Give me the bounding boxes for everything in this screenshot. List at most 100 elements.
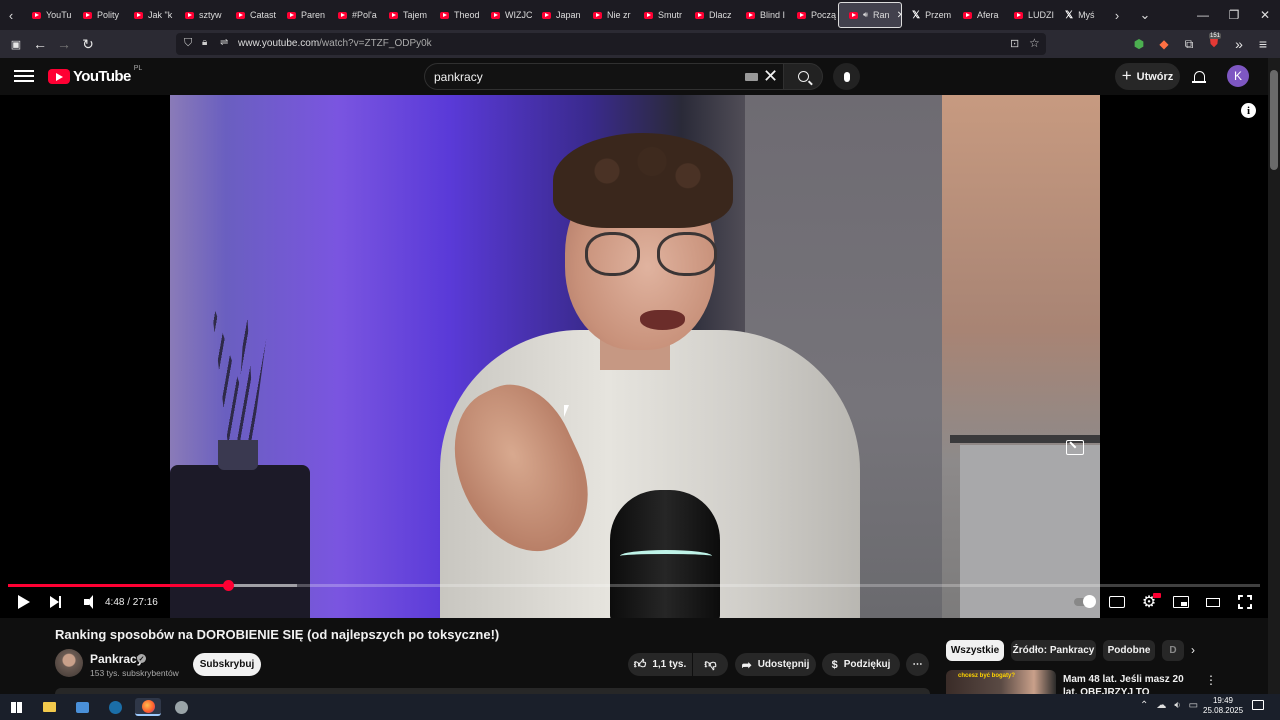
video-player[interactable]: i 4:48 / 27:16 ⚙ bbox=[0, 95, 1268, 618]
theater-mode-button[interactable] bbox=[1204, 593, 1222, 611]
tab-active[interactable]: 🔊︎Ran✕ bbox=[838, 2, 902, 28]
file-explorer-icon[interactable] bbox=[39, 698, 59, 716]
next-video-button[interactable] bbox=[47, 593, 63, 611]
youtube-icon bbox=[440, 11, 449, 19]
more-actions-button[interactable]: ⋯ bbox=[906, 653, 929, 676]
tab-item[interactable]: Tajem bbox=[379, 2, 430, 28]
tab-item[interactable]: Catast bbox=[226, 2, 277, 28]
extensions-puzzle-icon[interactable]: ⧉ bbox=[1178, 34, 1200, 54]
speaker-icon[interactable]: 🔊︎ bbox=[863, 10, 868, 20]
bookmark-star-icon[interactable]: ☆ bbox=[1029, 36, 1040, 50]
guide-menu-icon[interactable] bbox=[14, 67, 34, 85]
youtube-icon bbox=[32, 11, 41, 19]
tab-item[interactable]: Począ bbox=[787, 2, 838, 28]
video-frame[interactable] bbox=[170, 95, 1100, 618]
video-info-icon[interactable]: i bbox=[1241, 103, 1256, 118]
voice-search-button[interactable] bbox=[833, 63, 860, 90]
notifications-bell-icon[interactable] bbox=[1190, 67, 1208, 85]
back-icon[interactable]: ← bbox=[29, 34, 51, 54]
minimize-window-icon[interactable]: — bbox=[1187, 0, 1219, 30]
tab-item[interactable]: Afera bbox=[953, 2, 1004, 28]
reader-view-icon[interactable]: ⊡ bbox=[1010, 37, 1019, 50]
youtube-logo[interactable]: YouTube PL bbox=[48, 65, 142, 85]
create-button[interactable]: + Utwórz bbox=[1115, 63, 1180, 90]
permissions-icon[interactable]: ⇌ bbox=[220, 37, 228, 48]
tab-item[interactable]: WIZJC bbox=[481, 2, 532, 28]
windows-start-icon[interactable] bbox=[6, 698, 26, 716]
tab-list: YouTu Polity Jak "k sztyw Catast Paren #Pol'a T… bbox=[22, 0, 1106, 30]
scrollbar-thumb[interactable] bbox=[1270, 70, 1278, 170]
subtitles-button[interactable] bbox=[1108, 593, 1126, 611]
sidebar-toggle-icon[interactable]: ▣ bbox=[5, 34, 27, 54]
tab-item[interactable]: Theod bbox=[430, 2, 481, 28]
remote-desktop-icon[interactable] bbox=[72, 698, 92, 716]
chip-similar[interactable]: Podobne bbox=[1103, 640, 1155, 661]
tab-item[interactable]: LUDZI bbox=[1004, 2, 1055, 28]
tab-scroll-right-icon[interactable]: › bbox=[1106, 0, 1128, 30]
tab-item[interactable]: Nie zr bbox=[583, 2, 634, 28]
firefox-icon[interactable] bbox=[135, 698, 161, 716]
miniplayer-button[interactable] bbox=[1172, 593, 1190, 611]
app-menu-icon[interactable]: ≡ bbox=[1252, 34, 1274, 54]
thumbnail-text: chcesz być bogaty? bbox=[958, 673, 1016, 679]
tab-item[interactable]: Dlacz bbox=[685, 2, 736, 28]
search-button[interactable] bbox=[783, 63, 823, 90]
steam-icon[interactable] bbox=[105, 698, 125, 716]
chip-all[interactable]: Wszystkie bbox=[946, 640, 1004, 661]
play-button[interactable] bbox=[16, 593, 32, 611]
tab-label: Nie zr bbox=[607, 10, 631, 20]
taskbar-clock[interactable]: 19:49 25.08.2025 bbox=[1203, 696, 1243, 716]
expand-player-icon[interactable] bbox=[1066, 440, 1084, 455]
chip-truncated[interactable]: D bbox=[1162, 640, 1184, 661]
tracking-shield-icon[interactable]: ⛉ bbox=[184, 37, 192, 50]
tab-item[interactable]: 𝕏 Przem bbox=[902, 2, 953, 28]
tab-item[interactable]: Paren bbox=[277, 2, 328, 28]
mute-button[interactable] bbox=[78, 593, 94, 611]
thanks-button[interactable]: $ Podziękuj bbox=[822, 653, 900, 676]
tab-item[interactable]: Jak "k bbox=[124, 2, 175, 28]
tab-item[interactable]: sztyw bbox=[175, 2, 226, 28]
account-avatar[interactable]: K bbox=[1227, 65, 1249, 87]
channel-name[interactable]: Pankracy bbox=[90, 652, 143, 666]
progress-bar[interactable] bbox=[8, 580, 1260, 591]
url-text[interactable]: www.youtube.com/watch?v=ZTZF_ODPy0k bbox=[238, 38, 432, 49]
system-tray-icons[interactable]: ⌃☁🔉︎▭ bbox=[1140, 700, 1206, 711]
chip-source[interactable]: Źródło: Pankracy bbox=[1011, 640, 1096, 661]
tab-item[interactable]: Smutr bbox=[634, 2, 685, 28]
url-bar[interactable]: ⛉ 🔒︎ ⇌ www.youtube.com/watch?v=ZTZF_ODPy… bbox=[176, 33, 1046, 55]
forward-icon[interactable]: → bbox=[53, 34, 75, 54]
subscribe-button[interactable]: Subskrybuj bbox=[193, 653, 261, 676]
reload-icon[interactable]: ↻ bbox=[77, 34, 99, 54]
taskbar-app-icon[interactable] bbox=[171, 698, 191, 716]
notifications-icon[interactable] bbox=[1252, 700, 1264, 710]
channel-avatar[interactable] bbox=[55, 649, 83, 677]
search-input[interactable] bbox=[434, 69, 734, 85]
tab-scroll-left-icon[interactable]: ‹ bbox=[0, 0, 22, 30]
recommendation-title[interactable]: Mam 48 lat. Jeśli masz 20 lat, OBEJRZYJ … bbox=[1063, 673, 1193, 694]
lock-icon[interactable]: 🔒︎ bbox=[202, 37, 207, 48]
autoplay-toggle[interactable] bbox=[1072, 593, 1096, 611]
keyboard-icon[interactable] bbox=[745, 73, 758, 81]
share-button[interactable]: ➦ Udostępnij bbox=[735, 653, 816, 676]
like-button[interactable]: 👍︎ 1,1 tys. bbox=[628, 653, 692, 676]
shield-extension-icon[interactable]: ⬢ bbox=[1128, 34, 1150, 54]
tab-item[interactable]: 𝕏 Myś bbox=[1055, 2, 1106, 28]
dislike-button[interactable]: 👎︎ bbox=[693, 653, 728, 676]
restore-window-icon[interactable]: ❐ bbox=[1218, 0, 1250, 30]
overflow-menu-icon[interactable]: » bbox=[1228, 34, 1250, 54]
tab-label: Dlacz bbox=[709, 10, 732, 20]
fullscreen-button[interactable] bbox=[1236, 593, 1254, 611]
clear-search-icon[interactable]: ✕ bbox=[763, 66, 778, 87]
subtitles-icon bbox=[1109, 596, 1125, 608]
chips-next-icon[interactable]: › bbox=[1191, 643, 1195, 657]
tab-item[interactable]: Blind I bbox=[736, 2, 787, 28]
close-window-icon[interactable]: ✕ bbox=[1249, 0, 1280, 30]
tab-item[interactable]: #Pol'a bbox=[328, 2, 379, 28]
tab-item[interactable]: Polity bbox=[73, 2, 124, 28]
tab-item[interactable]: YouTu bbox=[22, 2, 73, 28]
tab-item[interactable]: Japan bbox=[532, 2, 583, 28]
plus-icon: + bbox=[1121, 65, 1132, 85]
recommendation-menu-icon[interactable]: ⋮ bbox=[1205, 673, 1217, 687]
extension-icon[interactable]: ◆ bbox=[1153, 34, 1175, 54]
tab-list-dropdown-icon[interactable]: ⌄ bbox=[1128, 0, 1162, 30]
